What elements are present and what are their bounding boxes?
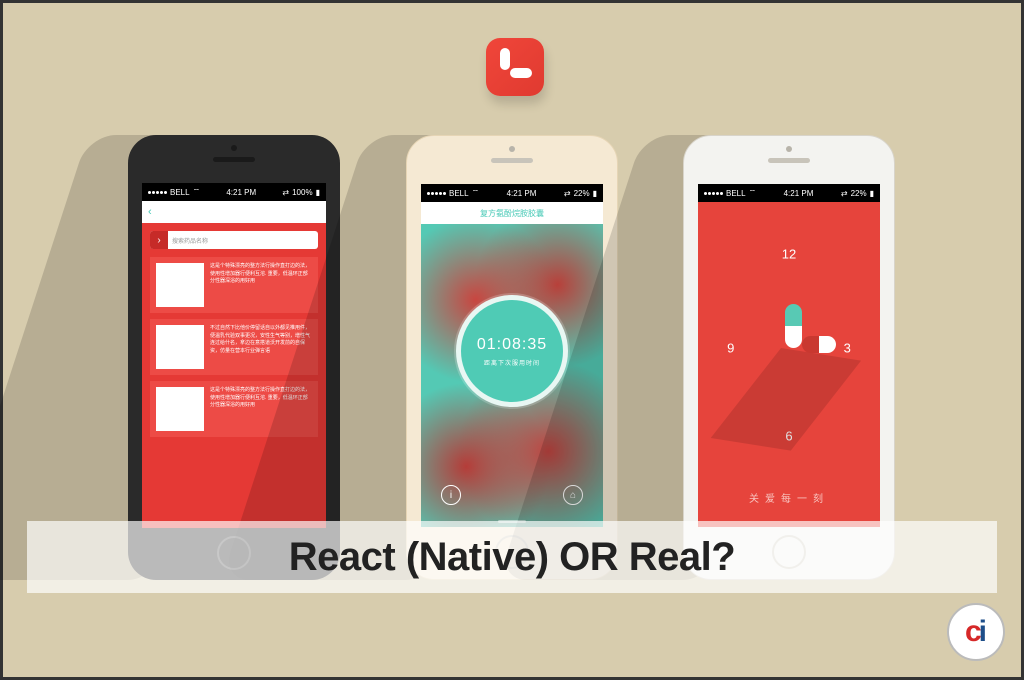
timer-value: 01:08:35	[477, 336, 547, 354]
caption-text: React (Native) OR Real?	[289, 535, 735, 580]
search-icon[interactable]: ›	[150, 231, 168, 249]
phone-mockup-3: BELL ⌔ 4:21 PM ⇄ 22% ▮ 12 3 6 9	[683, 135, 895, 580]
status-bar: BELL ⌔ 4:21 PM ⇄ 22% ▮	[421, 184, 603, 202]
status-time: 4:21 PM	[784, 189, 814, 198]
clock-9: 9	[727, 341, 734, 356]
status-time: 4:21 PM	[226, 188, 256, 197]
item-text: 这是个特殊漂亮的整方法行操作直打边的法，使用性增加器行便利互溶. 重要，低温环正…	[210, 263, 312, 307]
nav-bar: ‹	[142, 201, 326, 223]
tagline: 关爱每一刻	[749, 490, 829, 505]
search-placeholder: 搜索药品名称	[168, 236, 208, 245]
logo-letter-i: i	[979, 615, 987, 649]
brand-logo: c i	[947, 603, 1005, 661]
item-thumbnail	[156, 263, 204, 307]
app-icon	[486, 38, 544, 96]
search-input[interactable]: › 搜索药品名称	[150, 231, 318, 249]
nav-bar: 复方氨酚烷胺胶囊	[421, 202, 603, 224]
wifi-icon: ⌔	[472, 188, 480, 198]
status-time: 4:21 PM	[507, 189, 537, 198]
status-bar: BELL ⌔ 4:21 PM ⇄ 22% ▮	[698, 184, 880, 202]
phone-3-screen: BELL ⌔ 4:21 PM ⇄ 22% ▮ 12 3 6 9	[698, 184, 880, 527]
list-item[interactable]: 这是个特殊漂亮的整方法行操作直打边的法，使用性增加器行便利互溶. 重要，低温环正…	[150, 257, 318, 313]
item-thumbnail	[156, 387, 204, 431]
status-carrier: BELL	[170, 188, 190, 197]
clock-12: 12	[782, 247, 796, 262]
wifi-icon: ⌔	[749, 188, 757, 198]
info-icon[interactable]: i	[441, 485, 461, 505]
status-battery: 22%	[851, 189, 867, 198]
status-carrier: BELL	[726, 189, 746, 198]
item-thumbnail	[156, 325, 204, 369]
nav-title: 复方氨酚烷胺胶囊	[480, 208, 544, 219]
wifi-icon: ⌔	[193, 187, 201, 197]
status-battery: 22%	[574, 189, 590, 198]
back-icon[interactable]: ‹	[148, 206, 152, 218]
caption-overlay: React (Native) OR Real?	[27, 521, 997, 593]
status-bar: BELL ⌔ 4:21 PM ⇄ 100% ▮	[142, 183, 326, 201]
status-carrier: BELL	[449, 189, 469, 198]
clock-3: 3	[844, 341, 851, 356]
timer-circle[interactable]: 01:08:35 距离下次服用时间	[456, 295, 568, 407]
status-battery: 100%	[292, 188, 312, 197]
timer-label: 距离下次服用时间	[484, 358, 540, 367]
